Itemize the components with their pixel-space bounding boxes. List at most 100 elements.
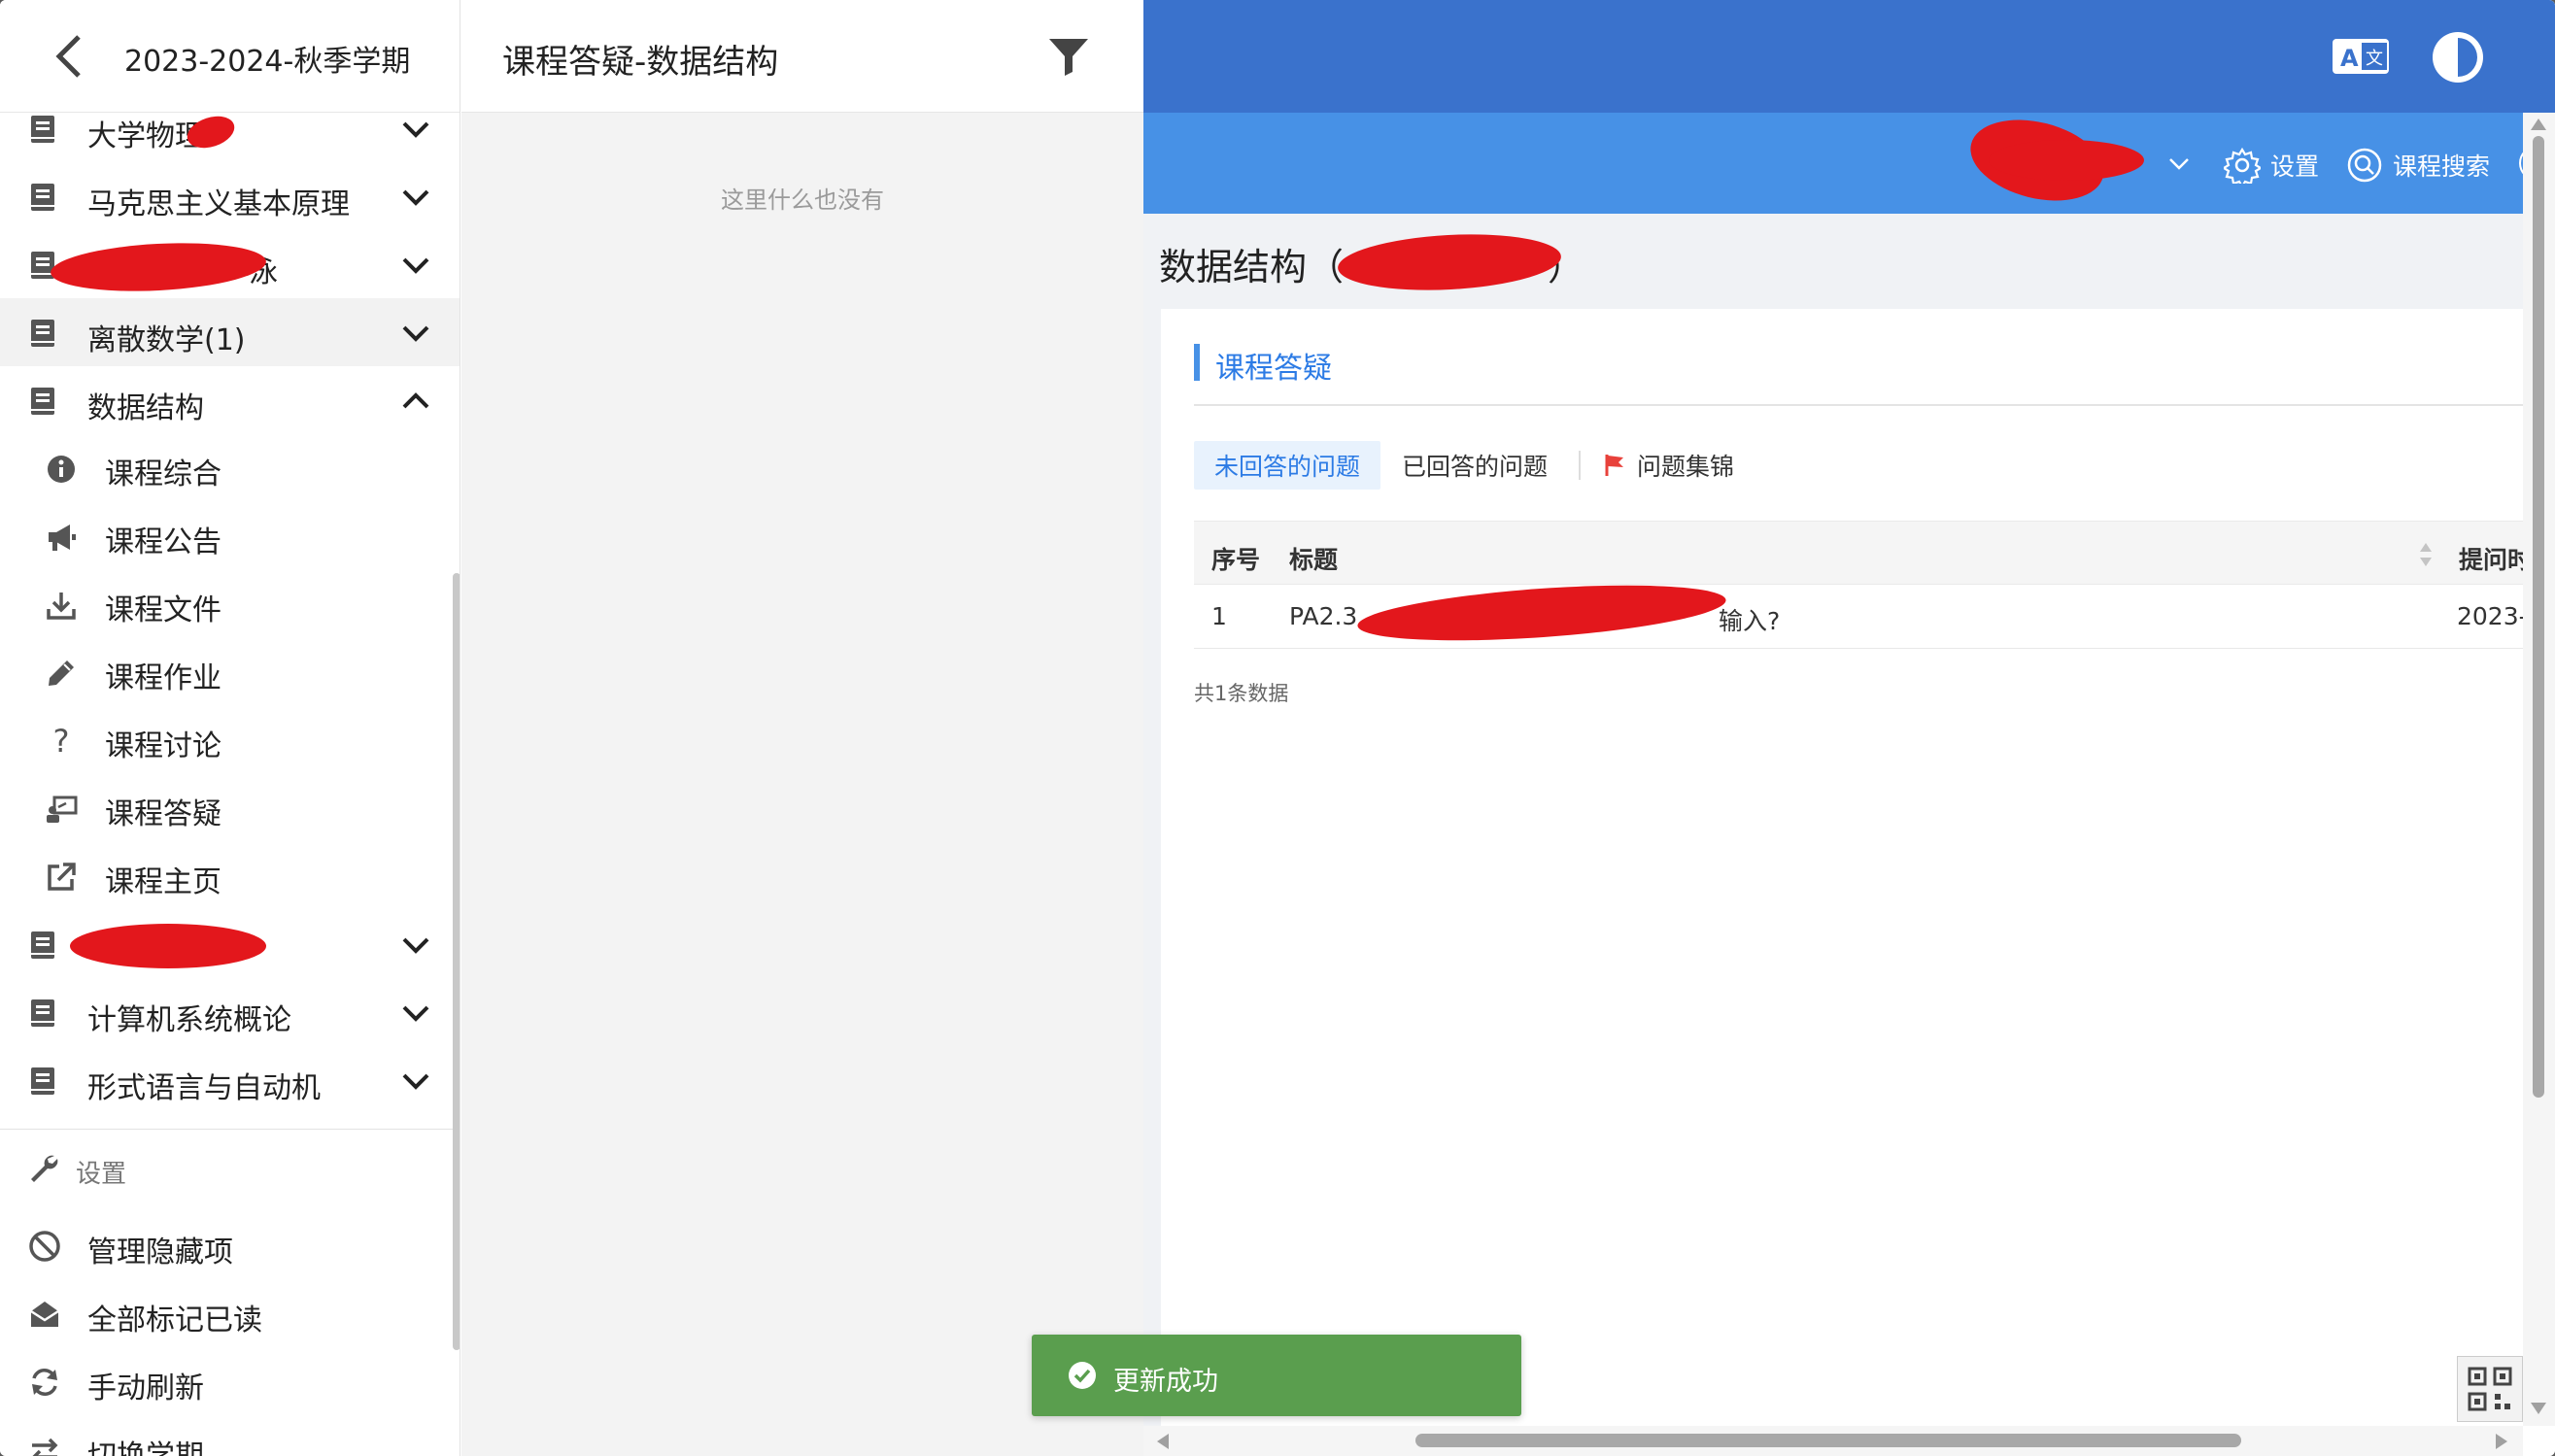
nav-settings-label: 设置 xyxy=(2270,152,2320,181)
sidebar-scrollbar[interactable] xyxy=(453,573,460,1350)
check-circle-icon xyxy=(1069,1362,1096,1389)
course-label: 计算机系统概论 xyxy=(87,1003,291,1037)
course-label: 离散数学(1) xyxy=(87,323,246,357)
scroll-right-arrow-icon[interactable] xyxy=(2496,1434,2507,1449)
sidebar-course-swimming[interactable]: 泳 xyxy=(0,230,460,298)
scroll-left-arrow-icon[interactable] xyxy=(1157,1434,1169,1449)
sub-label: 课程主页 xyxy=(105,865,221,899)
action-manual-refresh[interactable]: 手动刷新 xyxy=(0,1347,460,1415)
course-label: 马克思主义基本原理 xyxy=(87,187,350,221)
sidebar-sub-announcements[interactable]: 课程公告 xyxy=(0,502,460,570)
megaphone-icon xyxy=(45,521,78,554)
sidebar-divider xyxy=(0,1129,457,1130)
chevron-left-icon xyxy=(55,35,81,78)
info-icon xyxy=(45,453,78,486)
filter-button[interactable] xyxy=(1047,35,1090,78)
header-title[interactable]: 标题 xyxy=(1289,541,1338,576)
external-link-icon xyxy=(45,861,78,894)
user-menu-chevron-icon[interactable] xyxy=(2167,155,2191,173)
row-title-suffix[interactable]: 输入? xyxy=(1719,602,1780,637)
web-view-pane: A文 设置 课程搜索 数据结构（） 课程答疑 未回答的问题 已回答的问题 问题集… xyxy=(1143,0,2555,1456)
row-index: 1 xyxy=(1211,602,1227,630)
sub-label: 课程综合 xyxy=(105,457,221,491)
app-window: 大学物理 马克思主义基本原理 泳 离散数学(1) 数据结构 课程综合 课程公告 … xyxy=(0,0,2555,1456)
horizontal-scrollbar[interactable] xyxy=(1143,1426,2523,1456)
qr-code-button[interactable] xyxy=(2457,1356,2523,1422)
sub-label: 课程讨论 xyxy=(105,729,221,763)
table-total-count: 共1条数据 xyxy=(1194,682,1289,705)
svg-text:文: 文 xyxy=(2366,49,2383,69)
card-title-divider xyxy=(1194,404,2523,406)
content-list-pane: 课程答疑-数据结构 这里什么也没有 xyxy=(461,0,1143,1456)
translate-button[interactable]: A文 xyxy=(2331,35,2391,80)
back-button[interactable] xyxy=(43,29,93,84)
sidebar-course-marxism[interactable]: 马克思主义基本原理 xyxy=(0,162,460,230)
sidebar-course-redacted[interactable] xyxy=(0,910,460,978)
course-label: 数据结构 xyxy=(87,391,204,425)
settings-heading: 设置 xyxy=(27,1152,126,1191)
sidebar-sub-homepage[interactable]: 课程主页 xyxy=(0,842,460,910)
book-icon xyxy=(31,999,54,1027)
tab-collection-label: 问题集锦 xyxy=(1637,453,1735,481)
chevron-down-icon xyxy=(402,937,429,954)
svg-text:A: A xyxy=(2340,45,2359,72)
sidebar-sub-homework[interactable]: 课程作业 xyxy=(0,638,460,706)
content-list-header: 课程答疑-数据结构 xyxy=(461,0,1143,113)
web-view-toolbar: A文 xyxy=(1143,0,2555,113)
action-label: 全部标记已读 xyxy=(87,1304,262,1337)
theme-toggle-button[interactable] xyxy=(2428,27,2488,87)
table-row[interactable]: 1 PA2.3 输入? 2023- xyxy=(1194,575,2528,651)
scroll-down-arrow-icon[interactable] xyxy=(2531,1403,2546,1414)
chevron-down-icon xyxy=(402,1073,429,1090)
nav-course-search[interactable]: 课程搜索 xyxy=(2346,146,2490,185)
sub-label: 课程公告 xyxy=(105,525,221,559)
envelope-open-icon xyxy=(27,1297,62,1332)
chevron-down-icon xyxy=(402,325,429,342)
empty-state-text: 这里什么也没有 xyxy=(721,186,884,214)
tab-collection[interactable]: 问题集锦 xyxy=(1604,441,1734,490)
row-time: 2023- xyxy=(2457,602,2528,630)
scroll-thumb[interactable] xyxy=(2533,136,2544,1098)
sub-label: 课程答疑 xyxy=(105,797,221,831)
scroll-up-arrow-icon[interactable] xyxy=(2531,119,2546,130)
chevron-down-icon xyxy=(402,257,429,274)
nav-course-search-label: 课程搜索 xyxy=(2393,152,2491,181)
settings-heading-label: 设置 xyxy=(76,1160,127,1189)
chevron-down-icon xyxy=(402,189,429,206)
nav-settings[interactable]: 设置 xyxy=(2224,146,2319,185)
sidebar-course-computer-systems[interactable]: 计算机系统概论 xyxy=(0,978,460,1046)
action-label: 手动刷新 xyxy=(87,1371,204,1405)
sidebar-course-data-structures[interactable]: 数据结构 xyxy=(0,366,460,434)
tab-answered[interactable]: 已回答的问题 xyxy=(1402,441,1548,490)
card-title-accent xyxy=(1194,344,1200,381)
semester-title: 2023-2024-秋季学期 xyxy=(124,45,411,79)
sub-label: 课程文件 xyxy=(105,593,221,627)
sidebar-sub-overview[interactable]: 课程综合 xyxy=(0,434,460,502)
row-title-prefix[interactable]: PA2.3 xyxy=(1289,602,1357,630)
site-nav-bar: 设置 课程搜索 xyxy=(1143,107,2554,214)
sidebar-sub-files[interactable]: 课程文件 xyxy=(0,570,460,638)
sidebar-course-formal-languages[interactable]: 形式语言与自动机 xyxy=(0,1046,460,1114)
sidebar-sub-qa[interactable]: 课程答疑 xyxy=(0,774,460,842)
redaction-mark xyxy=(1989,140,2144,181)
sort-icon[interactable] xyxy=(2418,541,2434,568)
header-time: 提问时 xyxy=(2459,546,2533,574)
qr-code-icon xyxy=(2468,1367,2512,1411)
book-icon xyxy=(31,116,54,143)
sidebar-course-discrete-math[interactable]: 离散数学(1) xyxy=(0,298,460,366)
tab-unanswered[interactable]: 未回答的问题 xyxy=(1194,441,1380,490)
sidebar-header: 2023-2024-秋季学期 xyxy=(0,0,460,113)
sidebar: 大学物理 马克思主义基本原理 泳 离散数学(1) 数据结构 课程综合 课程公告 … xyxy=(0,0,460,1456)
presenter-icon xyxy=(45,793,78,826)
page-content: 数据结构（） 课程答疑 未回答的问题 已回答的问题 问题集锦 序号 标题 提问时… xyxy=(1143,214,2532,1456)
vertical-scrollbar[interactable] xyxy=(2523,113,2555,1426)
action-mark-all-read[interactable]: 全部标记已读 xyxy=(0,1279,460,1347)
sidebar-sub-discussion[interactable]: ? 课程讨论 xyxy=(0,706,460,774)
scroll-thumb[interactable] xyxy=(1415,1434,2241,1447)
table-header: 序号 标题 提问时 xyxy=(1194,521,2532,585)
action-manage-hidden[interactable]: 管理隐藏项 xyxy=(0,1211,460,1279)
download-icon xyxy=(45,589,78,622)
redaction-mark xyxy=(1355,575,1728,651)
action-switch-semester[interactable]: 切换学期 xyxy=(0,1415,460,1456)
chevron-down-icon xyxy=(402,121,429,138)
